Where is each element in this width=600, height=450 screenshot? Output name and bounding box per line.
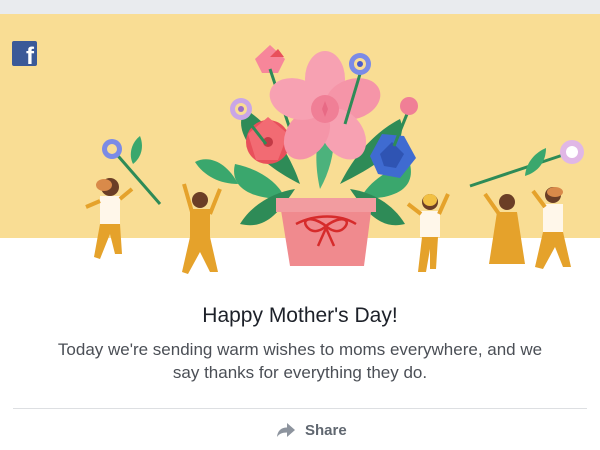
share-arrow-icon bbox=[277, 423, 295, 437]
card-title: Happy Mother's Day! bbox=[202, 304, 398, 327]
card-message: Today we're sending warm wishes to moms … bbox=[57, 340, 543, 382]
facebook-logo-icon: f bbox=[12, 41, 37, 70]
facebook-logo-letter: f bbox=[26, 43, 34, 70]
mothers-day-banner: f bbox=[0, 14, 600, 290]
divider bbox=[13, 408, 587, 409]
top-bar bbox=[0, 0, 600, 14]
banner-illustration bbox=[0, 14, 600, 290]
share-button[interactable]: Share bbox=[276, 419, 356, 441]
share-label: Share bbox=[305, 421, 347, 439]
